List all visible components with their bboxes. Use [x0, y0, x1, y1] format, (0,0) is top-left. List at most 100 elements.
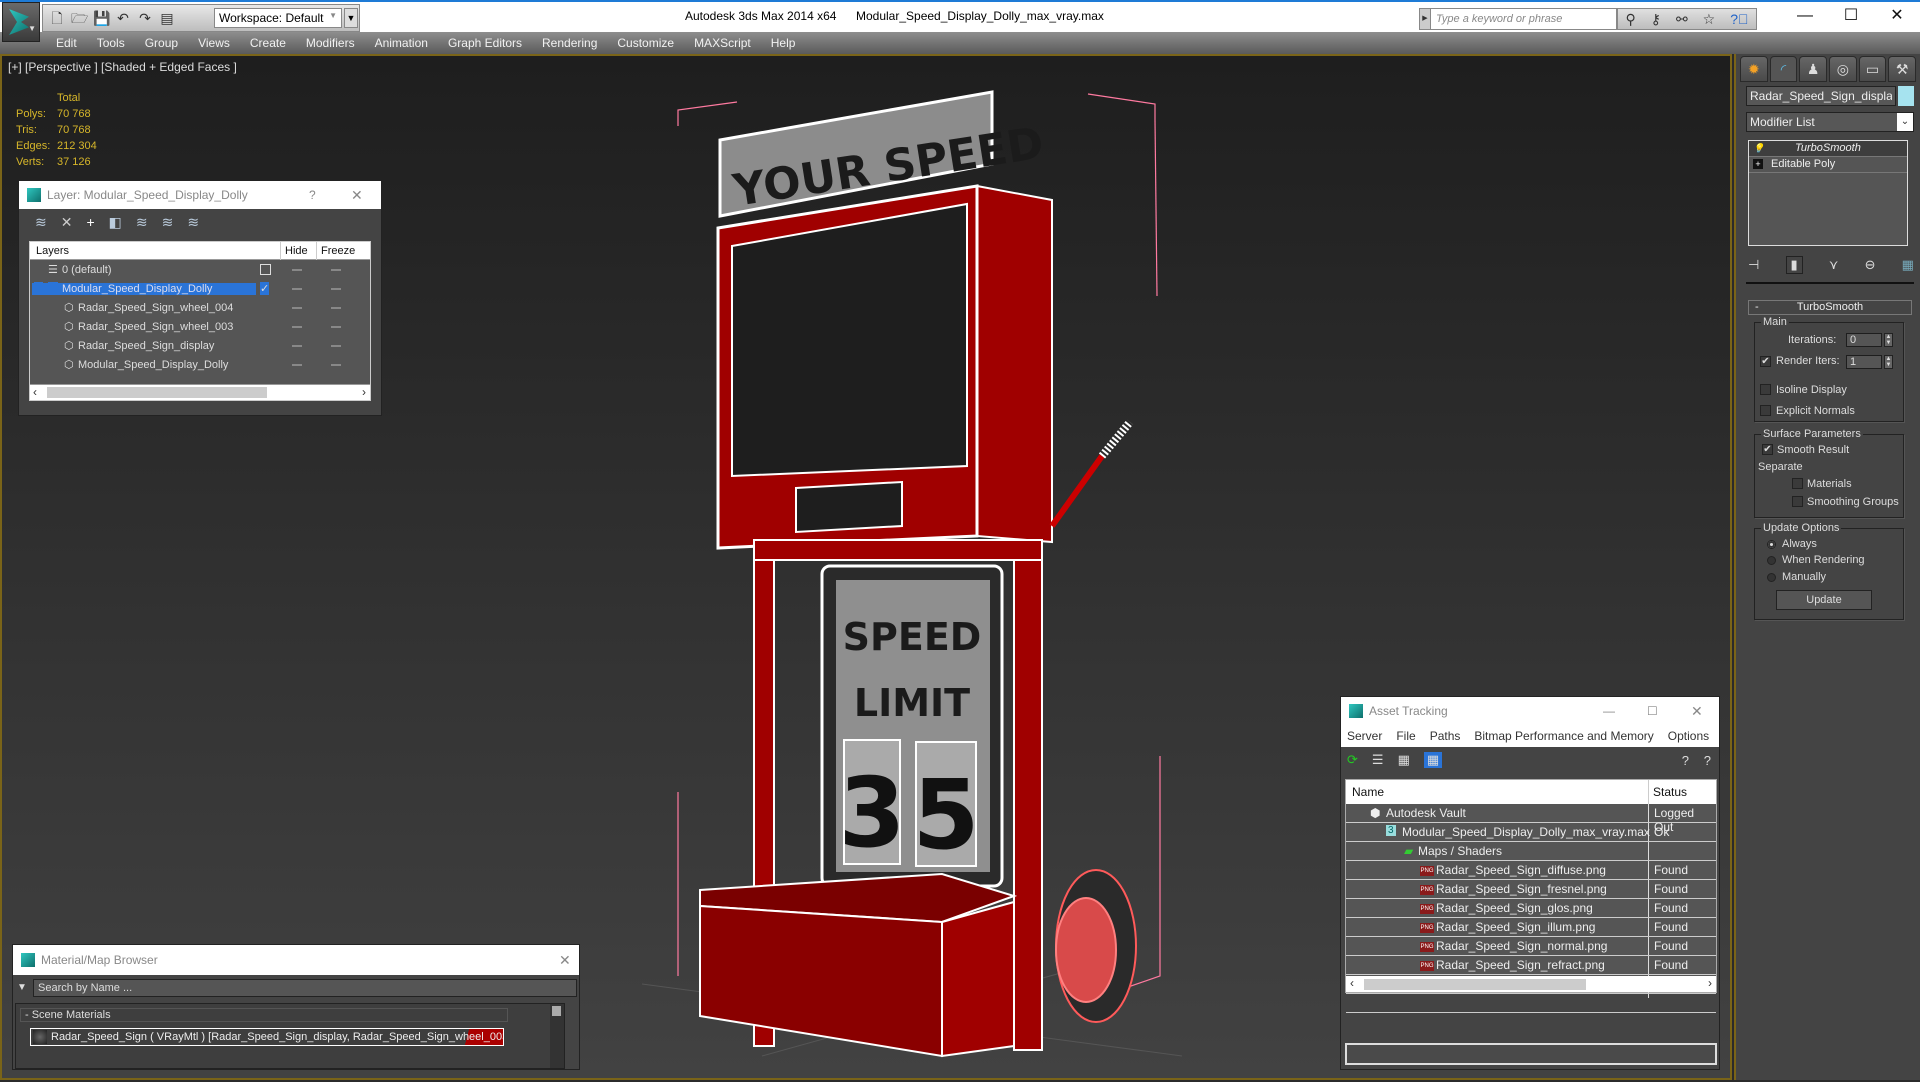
- tab-motion[interactable]: ◎: [1829, 56, 1857, 82]
- menu-options[interactable]: Options: [1668, 729, 1709, 743]
- asset-row[interactable]: ▰ Maps / Shaders: [1346, 842, 1716, 861]
- create-layer-icon[interactable]: ≋: [35, 214, 47, 231]
- asset-row[interactable]: PNG Radar_Speed_Sign_refract.png Found: [1346, 956, 1716, 975]
- column-name[interactable]: Name: [1352, 785, 1384, 799]
- minimize-button[interactable]: —: [1782, 4, 1828, 28]
- show-end-result-icon[interactable]: ▮: [1785, 256, 1803, 274]
- tab-utilities[interactable]: ⚒: [1888, 56, 1917, 82]
- scroll-left-icon[interactable]: ‹: [33, 385, 37, 399]
- layer-settings-icon[interactable]: ≋: [187, 214, 199, 231]
- material-list[interactable]: - Scene Materials Radar_Speed_Sign ( VRa…: [15, 1003, 565, 1069]
- project-folder-icon[interactable]: ▤: [159, 10, 175, 26]
- key-icon[interactable]: ⚷: [1651, 11, 1661, 28]
- minimize-button[interactable]: —: [1603, 704, 1615, 718]
- asset-row[interactable]: 3 Modular_Speed_Display_Dolly_max_vray.ma…: [1346, 823, 1716, 842]
- layer-list[interactable]: Layers Hide Freeze ☰0 (default) ⊟☰Modula…: [29, 241, 371, 401]
- satellite-icon[interactable]: ⚯: [1676, 11, 1688, 28]
- menu-animation[interactable]: Animation: [375, 36, 428, 50]
- scrollbar-thumb[interactable]: [1364, 979, 1586, 990]
- smooth-result-checkbox[interactable]: ✔: [1762, 444, 1773, 455]
- scrollbar-thumb[interactable]: [47, 387, 267, 398]
- table-view-icon[interactable]: ▦: [1423, 752, 1443, 768]
- configure-sets-icon[interactable]: ▦: [1902, 257, 1914, 273]
- object-color-swatch[interactable]: [1898, 86, 1914, 106]
- spinner-arrows[interactable]: ▲ ▼: [1884, 333, 1893, 347]
- add-to-layer-icon[interactable]: +: [86, 214, 94, 230]
- horizontal-scrollbar[interactable]: ‹ ›: [30, 384, 370, 400]
- close-button[interactable]: ✕: [1874, 4, 1920, 28]
- new-file-icon[interactable]: 🗋: [49, 10, 65, 26]
- horizontal-scrollbar[interactable]: ‹ ›: [1346, 976, 1716, 992]
- menu-file[interactable]: File: [1396, 729, 1415, 743]
- spinner-arrows[interactable]: ▲ ▼: [1884, 355, 1893, 369]
- menu-create[interactable]: Create: [250, 36, 286, 50]
- freeze-toggle[interactable]: [331, 326, 341, 328]
- close-button[interactable]: ✕: [559, 952, 571, 969]
- expand-plus-icon[interactable]: +: [1753, 159, 1763, 169]
- freeze-toggle[interactable]: [331, 269, 341, 271]
- layer-dialog-titlebar[interactable]: Layer: Modular_Speed_Display_Dolly ? ✕: [19, 181, 381, 209]
- when-rendering-radio[interactable]: [1767, 556, 1776, 565]
- close-button[interactable]: ✕: [351, 187, 363, 204]
- column-layers[interactable]: Layers: [36, 245, 69, 257]
- iterations-spinner[interactable]: [1846, 333, 1882, 347]
- workspace-dropdown[interactable]: Workspace: Default ▼: [214, 8, 342, 28]
- asset-row[interactable]: PNG Radar_Speed_Sign_diffuse.png Found: [1346, 861, 1716, 880]
- hide-toggle[interactable]: [292, 288, 302, 290]
- hide-toggle[interactable]: [292, 307, 302, 309]
- menu-views[interactable]: Views: [198, 36, 230, 50]
- help-icon[interactable]: ?: [1682, 753, 1689, 768]
- thumbnail-view-icon[interactable]: ▦: [1398, 752, 1410, 768]
- stack-item-turbosmooth[interactable]: 💡 TurboSmooth: [1749, 141, 1907, 157]
- vertical-scrollbar[interactable]: [550, 1004, 564, 1068]
- turbosmooth-rollout-header[interactable]: - TurboSmooth: [1748, 300, 1912, 315]
- menu-server[interactable]: Server: [1347, 729, 1382, 743]
- object-row[interactable]: ⬡ Radar_Speed_Sign_display: [30, 336, 370, 355]
- asset-row[interactable]: PNG Radar_Speed_Sign_illum.png Found: [1346, 918, 1716, 937]
- menu-tools[interactable]: Tools: [97, 36, 125, 50]
- tab-display[interactable]: ▭: [1858, 56, 1887, 82]
- modifier-list-dropdown[interactable]: Modifier List ⌄: [1746, 112, 1914, 132]
- list-view-icon[interactable]: ☰: [1372, 752, 1384, 768]
- menu-paths[interactable]: Paths: [1430, 729, 1461, 743]
- menu-customize[interactable]: Customize: [617, 36, 674, 50]
- object-row[interactable]: ⬡ Radar_Speed_Sign_wheel_004: [30, 298, 370, 317]
- layer-properties-icon[interactable]: ≋: [162, 214, 174, 231]
- tab-modify[interactable]: ◜: [1769, 56, 1798, 82]
- modifier-stack[interactable]: 💡 TurboSmooth + Editable Poly: [1748, 140, 1908, 246]
- menu-group[interactable]: Group: [145, 36, 178, 50]
- layer-row[interactable]: ☰ 0 (default): [30, 260, 370, 279]
- freeze-toggle[interactable]: [331, 364, 341, 366]
- menu-bitmap-performance[interactable]: Bitmap Performance and Memory: [1474, 729, 1653, 743]
- column-hide[interactable]: Hide: [280, 242, 308, 260]
- close-button[interactable]: ✕: [1691, 703, 1703, 720]
- menu-rendering[interactable]: Rendering: [542, 36, 597, 50]
- tab-hierarchy[interactable]: ♟: [1799, 56, 1828, 82]
- open-file-icon[interactable]: 🗁: [71, 10, 88, 26]
- delete-layer-icon[interactable]: ✕: [61, 214, 73, 231]
- materials-checkbox[interactable]: [1792, 478, 1803, 489]
- refresh-icon[interactable]: ⟳: [1347, 752, 1358, 768]
- redo-icon[interactable]: ↷: [137, 10, 153, 26]
- freeze-toggle[interactable]: [331, 307, 341, 309]
- column-status[interactable]: Status: [1648, 780, 1691, 804]
- isoline-display-checkbox[interactable]: [1760, 384, 1771, 395]
- asset-row[interactable]: PNG Radar_Speed_Sign_glos.png Found: [1346, 899, 1716, 918]
- filter-menu-icon[interactable]: ▼: [17, 982, 27, 993]
- scroll-right-icon[interactable]: ›: [1708, 976, 1712, 990]
- search-expand-button[interactable]: ▶: [1419, 8, 1431, 30]
- scrollbar-thumb[interactable]: [552, 1006, 561, 1016]
- menu-edit[interactable]: Edit: [56, 36, 77, 50]
- explicit-normals-checkbox[interactable]: [1760, 405, 1771, 416]
- binoculars-icon[interactable]: ⚲: [1625, 11, 1635, 28]
- scroll-right-icon[interactable]: ›: [362, 385, 366, 399]
- undo-icon[interactable]: ↶: [115, 10, 131, 26]
- maximize-button[interactable]: ☐: [1828, 4, 1874, 28]
- make-unique-icon[interactable]: ⋎: [1829, 257, 1839, 273]
- save-icon[interactable]: 💾: [93, 10, 110, 26]
- app-menu-button[interactable]: ▼: [2, 2, 40, 42]
- active-check-icon[interactable]: ✓: [260, 282, 270, 295]
- object-name-field[interactable]: [1746, 86, 1896, 106]
- always-radio[interactable]: [1767, 540, 1776, 549]
- help-icon[interactable]: ?⃝: [1730, 11, 1748, 27]
